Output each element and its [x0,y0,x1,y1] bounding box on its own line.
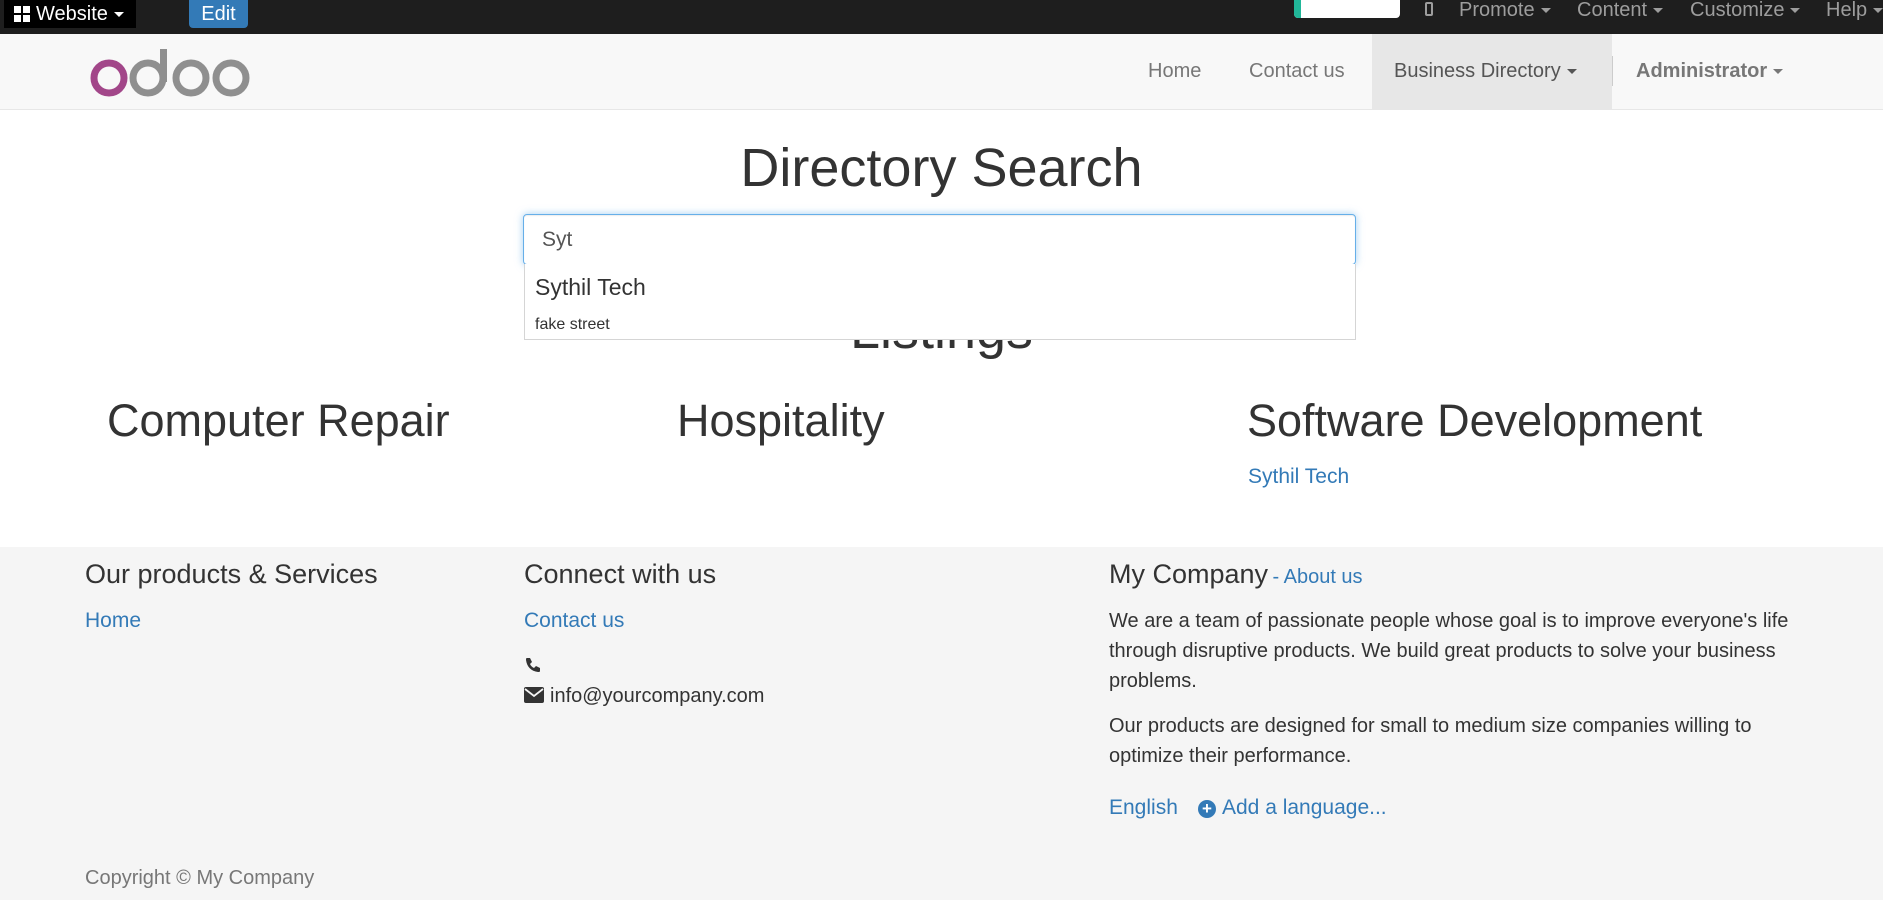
main-navbar: odoo Home Contact us Business Directory … [0,34,1883,110]
content-menu-label: Content [1577,0,1648,21]
website-menu-button[interactable]: Website [4,0,136,28]
category-heading: Hospitality [677,395,885,446]
nav-contact-us[interactable]: Contact us [1249,34,1345,109]
customize-menu-label: Customize [1690,0,1785,21]
search-suggestions-dropdown: Sythil Tech fake street [524,264,1356,340]
website-menu-label: Website [36,2,108,25]
content-menu[interactable]: Content [1577,0,1664,21]
page-title: Directory Search [740,138,1143,198]
caret-down-icon [1873,7,1883,13]
caret-down-icon [1540,7,1551,13]
language-english-link[interactable]: English [1109,796,1178,820]
nav-divider [1612,56,1613,86]
edit-button[interactable]: Edit [189,0,248,28]
footer-heading-connect: Connect with us [524,559,717,589]
promote-menu-label: Promote [1459,0,1535,21]
add-language-link[interactable]: Add a language... [1222,796,1387,820]
caret-down-icon [1566,69,1577,74]
category-heading: Computer Repair [107,395,450,446]
caret-down-icon [1653,7,1664,13]
help-menu[interactable]: Help [1826,0,1883,21]
footer-about-paragraph: Our products are designed for small to m… [1109,715,1752,767]
footer-heading-company: My Company [1109,559,1269,589]
footer-link-home[interactable]: Home [85,609,141,633]
help-menu-label: Help [1826,0,1868,21]
footer-heading-products: Our products & Services [85,559,378,589]
footer-link-contact-us[interactable]: Contact us [524,609,624,633]
footer-link-about-us[interactable]: - About us [1273,566,1363,588]
suggestion-address: fake street [535,316,610,333]
footer-company-heading-row: My Company - About us [1109,559,1363,590]
publish-toggle[interactable] [1294,0,1400,18]
odoo-logo[interactable]: odoo [90,43,252,99]
copyright-text: Copyright © My Company [85,867,315,889]
customize-menu[interactable]: Customize [1690,0,1801,21]
nav-contact-us-label: Contact us [1249,60,1345,82]
category-heading: Software Development [1247,395,1703,446]
listing-link[interactable]: Sythil Tech [1248,465,1349,489]
suggestion-name: Sythil Tech [535,274,646,300]
footer: Our products & Services Home Connect wit… [0,547,1883,900]
logo-text: odoo [90,43,93,44]
envelope-icon [524,687,544,703]
caret-down-icon [1773,69,1784,74]
nav-home[interactable]: Home [1148,34,1201,109]
caret-down-icon [113,11,124,17]
toggle-indicator [1294,0,1301,18]
phone-icon [526,658,540,672]
caret-down-icon [1790,7,1801,13]
footer-about-paragraph: We are a team of passionate people whose… [1109,610,1789,692]
nav-business-directory-label: Business Directory [1394,60,1561,82]
mobile-preview-icon[interactable] [1425,2,1433,16]
apps-grid-icon [14,6,30,22]
nav-home-label: Home [1148,60,1202,82]
user-menu[interactable]: Administrator [1636,34,1784,109]
nav-business-directory[interactable]: Business Directory [1372,34,1612,109]
promote-menu[interactable]: Promote [1459,0,1551,21]
footer-email: info@yourcompany.com [550,685,765,707]
user-menu-label: Administrator [1636,60,1768,82]
plus-circle-icon: + [1198,800,1216,818]
admin-bar: Website Edit Promote Content Customize H… [0,0,1883,34]
directory-search-input[interactable] [523,214,1356,265]
